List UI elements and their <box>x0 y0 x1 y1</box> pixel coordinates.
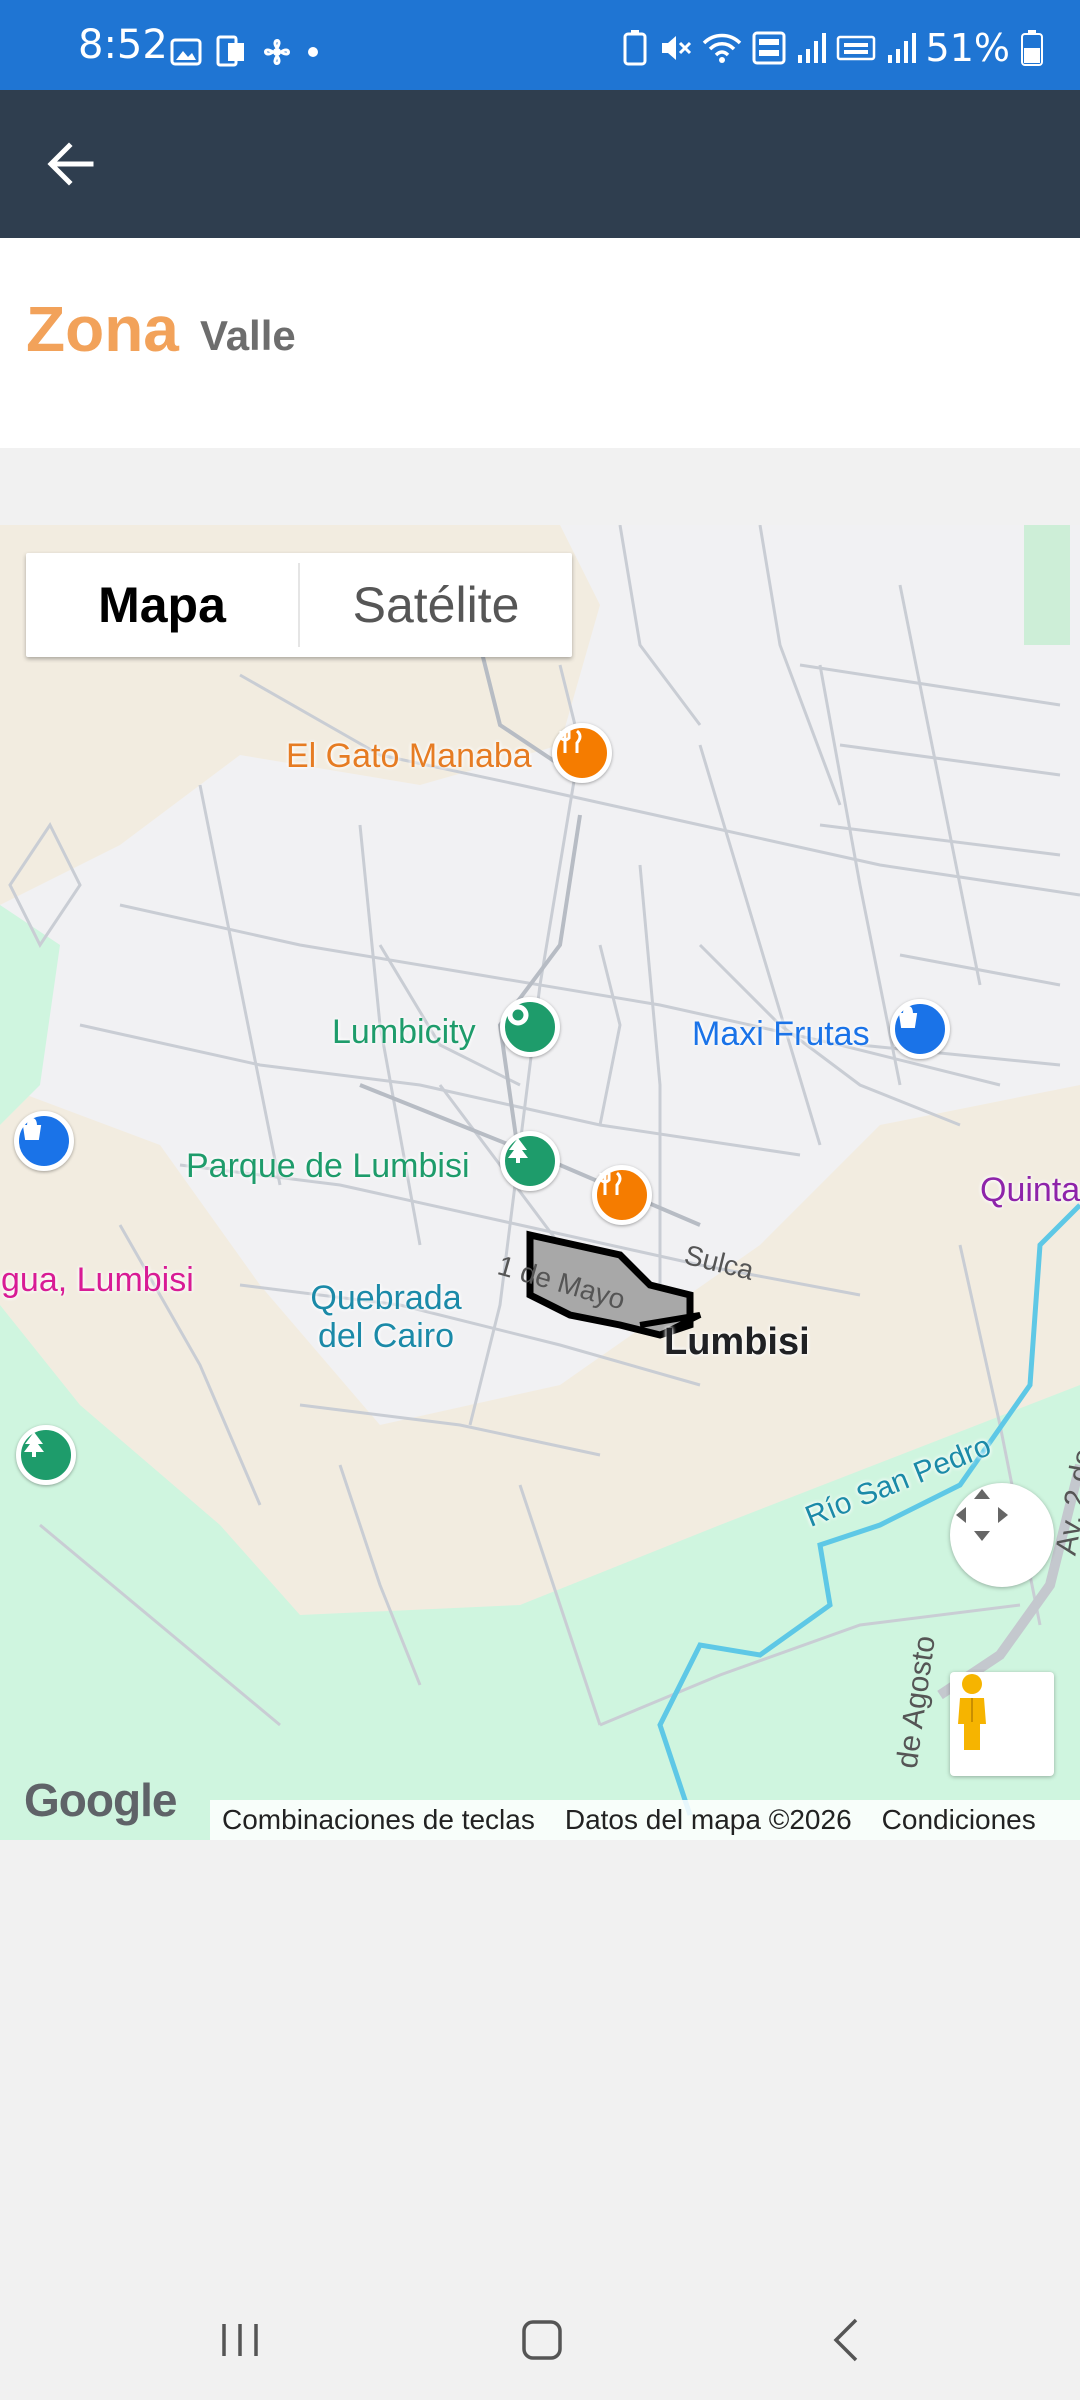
back-button[interactable] <box>36 132 106 196</box>
status-right-icons: 51% <box>622 26 1044 70</box>
signal-icon <box>797 33 826 63</box>
poi-label-quebrada-del-cairo[interactable]: Quebrada del Cairo <box>306 1279 466 1355</box>
map-type-satellite-button[interactable]: Satélite <box>300 553 572 657</box>
map-view[interactable]: Mapa Satélite El Gato Manaba Lumbicity M… <box>0 525 1080 1840</box>
dot-icon <box>308 47 318 57</box>
poi-label-lumbicity[interactable]: Lumbicity <box>332 1013 476 1052</box>
battery-saver-icon <box>623 30 647 66</box>
restaurant-icon[interactable] <box>552 723 612 783</box>
poi-label-gua-lumbisi[interactable]: gua, Lumbisi <box>1 1261 194 1300</box>
town-label-lumbisi[interactable]: Lumbisi <box>664 1321 810 1364</box>
nav-back-button[interactable] <box>816 2310 876 2370</box>
poi-label-quinta[interactable]: Quinta <box>980 1171 1080 1210</box>
device-icon <box>216 35 244 67</box>
park-icon[interactable] <box>16 1425 76 1485</box>
back-icon <box>833 2318 858 2362</box>
shopping-icon[interactable] <box>890 999 950 1059</box>
signal-icon <box>887 33 916 63</box>
restaurant-icon[interactable] <box>592 1165 652 1225</box>
move-arrows-icon <box>956 1489 1008 1541</box>
battery-percent: 51% <box>925 26 1010 70</box>
home-button[interactable] <box>512 2310 572 2370</box>
shopping-icon[interactable] <box>14 1111 74 1171</box>
park-icon[interactable] <box>500 1131 560 1191</box>
pegman-icon <box>958 1674 986 1750</box>
poi-label-parque-de-lumbisi[interactable]: Parque de Lumbisi <box>186 1147 470 1186</box>
home-icon <box>522 2320 562 2360</box>
recent-apps-button[interactable] <box>210 2310 270 2370</box>
battery-icon <box>1021 30 1043 66</box>
google-logo: Google <box>24 1774 177 1826</box>
status-time: 8:52 <box>78 22 168 68</box>
zone-title: Zona <box>26 293 179 365</box>
status-bar: 8:52 51% <box>0 0 1080 90</box>
image-icon <box>170 38 202 66</box>
volte-icon <box>752 31 786 65</box>
status-left-icons <box>170 32 320 72</box>
poi-label-el-gato-manaba[interactable]: El Gato Manaba <box>286 737 532 776</box>
place-icon[interactable] <box>500 997 560 1057</box>
terms-link[interactable]: Condiciones <box>882 1804 1036 1836</box>
recenter-button[interactable] <box>950 1483 1054 1587</box>
keyboard-shortcuts-link[interactable]: Combinaciones de teclas <box>222 1804 535 1836</box>
mute-icon <box>661 36 691 60</box>
zone-subtitle: Valle <box>200 312 296 359</box>
system-nav-bar <box>0 2270 1080 2400</box>
map-data-attribution: Datos del mapa ©2026 <box>564 1804 852 1835</box>
fan-icon <box>264 39 290 65</box>
wifi-calling-icon <box>836 35 875 61</box>
map-type-map-button[interactable]: Mapa <box>26 553 298 657</box>
street-view-button[interactable] <box>950 1672 1054 1776</box>
arrow-left-icon <box>47 142 94 186</box>
map-type-control: Mapa Satélite <box>26 553 572 657</box>
wifi-icon <box>702 33 741 63</box>
app-bar <box>0 90 1080 238</box>
recent-apps-icon <box>222 2324 258 2356</box>
poi-label-maxi-frutas[interactable]: Maxi Frutas <box>692 1015 870 1054</box>
map-footer: Combinaciones de teclas Datos del mapa ©… <box>210 1800 1080 1840</box>
